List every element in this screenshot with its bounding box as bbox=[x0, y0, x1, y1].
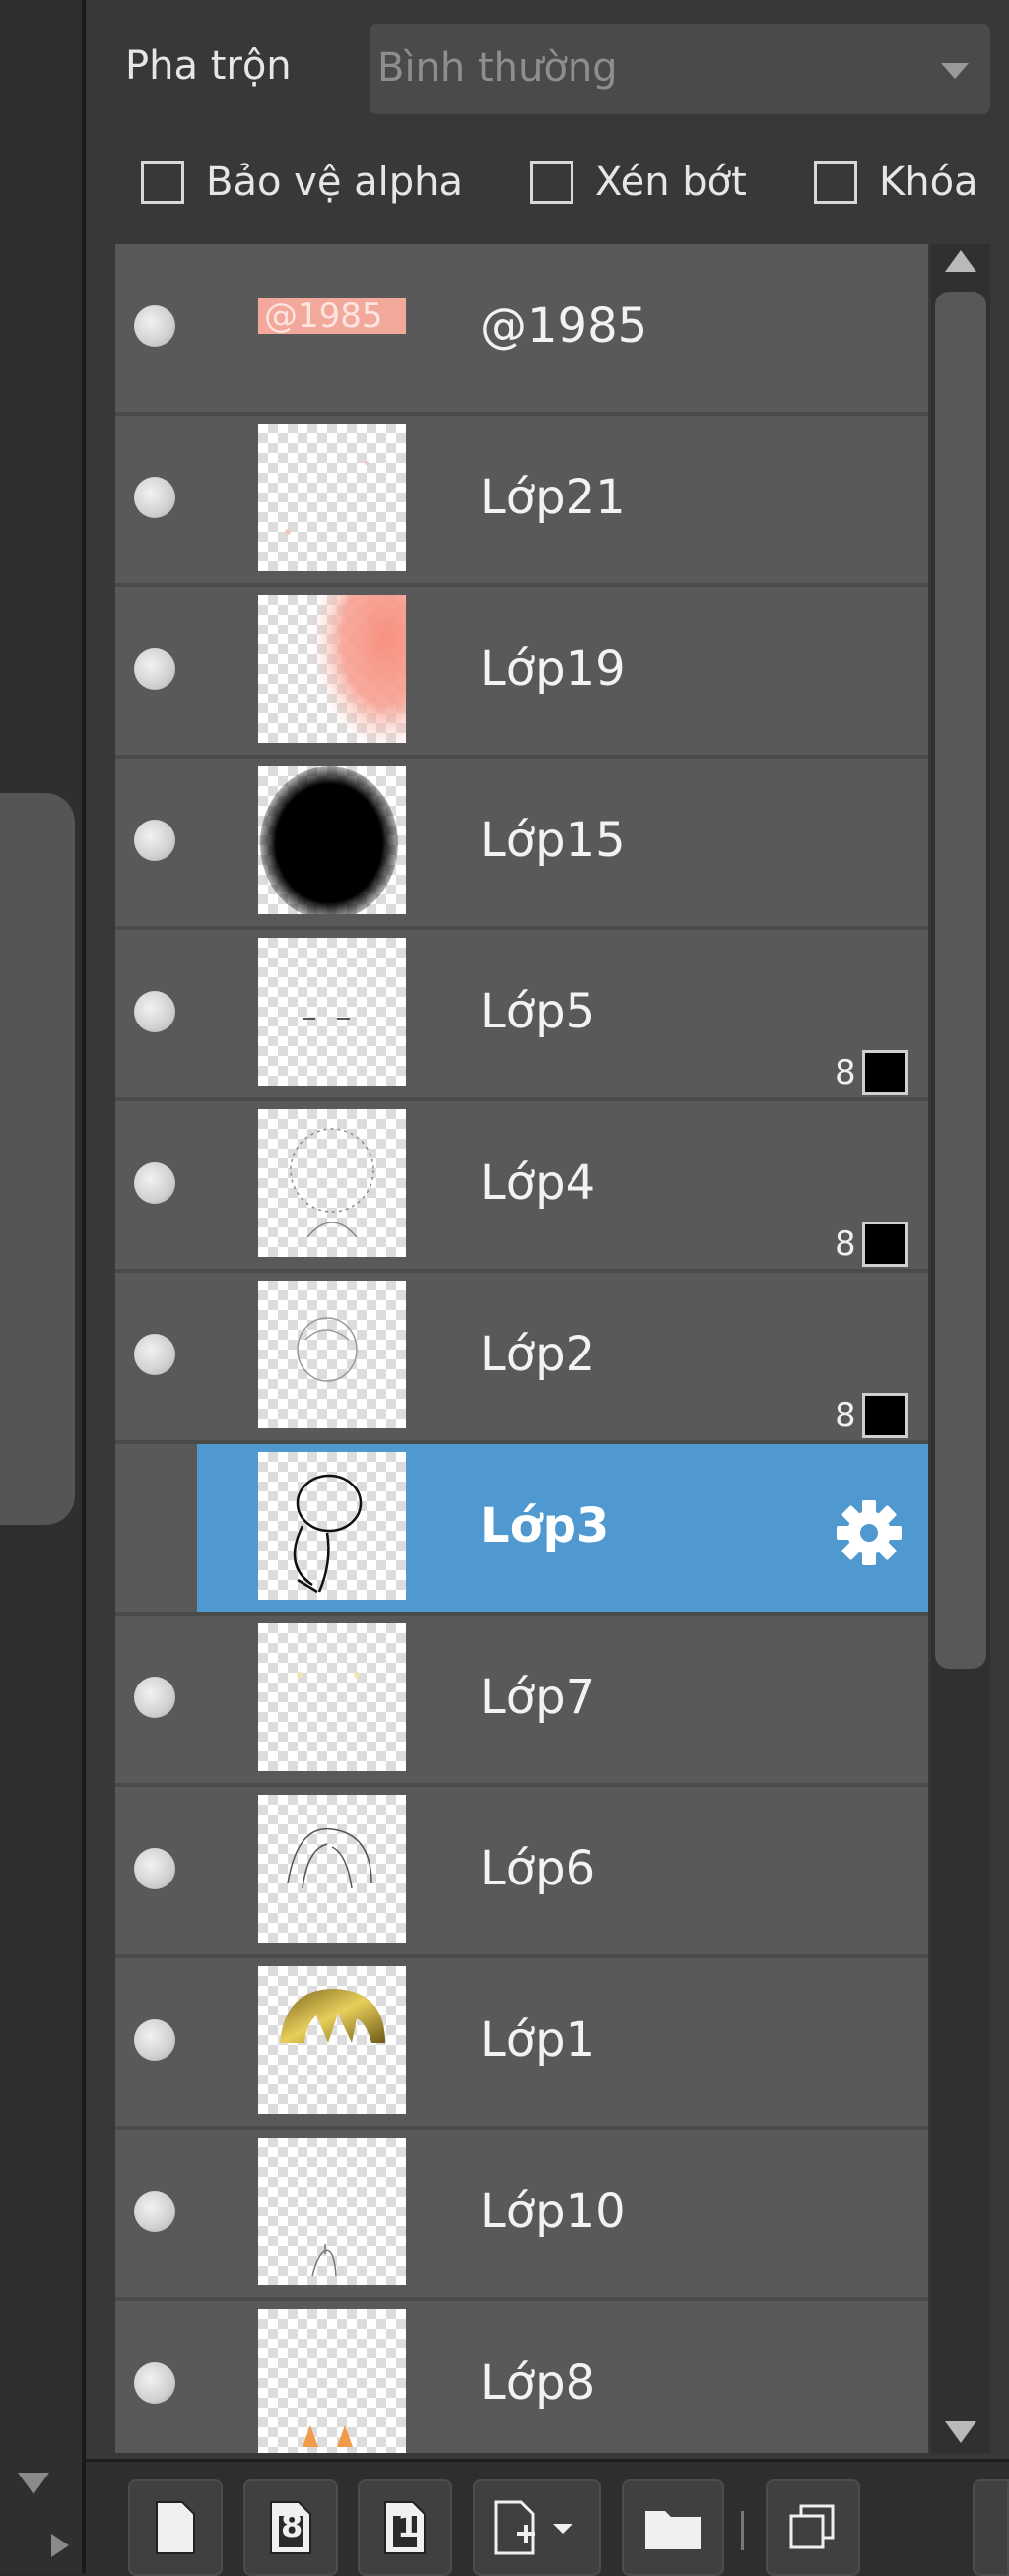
layer-thumbnail bbox=[258, 1281, 406, 1428]
protect-alpha-label: Bảo vệ alpha bbox=[206, 160, 464, 205]
bit-depth-badge: 8 bbox=[835, 1224, 856, 1264]
layer-name: Lớp15 bbox=[480, 813, 626, 868]
add-layer-menu-icon bbox=[494, 2500, 572, 2555]
bit-depth-badge: 8 bbox=[835, 1053, 856, 1092]
blend-mode-label: Pha trộn bbox=[125, 43, 292, 89]
layer-name: Lớp6 bbox=[480, 1841, 596, 1896]
lock-label: Khóa bbox=[879, 160, 978, 205]
layer-name: Lớp10 bbox=[480, 2184, 626, 2239]
layer-badge: 8 bbox=[835, 1393, 908, 1438]
left-scroll-down-icon[interactable] bbox=[18, 2473, 49, 2494]
layer-thumbnail: @1985 bbox=[258, 298, 406, 334]
eye-icon[interactable] bbox=[134, 1162, 175, 1204]
clipping-checkbox[interactable]: Xén bớt bbox=[530, 158, 747, 207]
eye-icon[interactable] bbox=[134, 2019, 175, 2061]
layer-thumbnail bbox=[258, 1623, 406, 1771]
eye-icon[interactable] bbox=[134, 477, 175, 518]
bit-depth-badge: 8 bbox=[835, 1396, 856, 1435]
layer-row-selected[interactable]: Lớp3 bbox=[115, 1444, 928, 1612]
layer-name: Lớp21 bbox=[480, 470, 626, 525]
more-button[interactable] bbox=[973, 2479, 1009, 2576]
layer-thumbnail bbox=[258, 1966, 406, 2114]
scrollbar-thumb[interactable] bbox=[935, 292, 986, 1669]
layer-thumbnail bbox=[258, 2309, 406, 2453]
layer-row[interactable]: Lớp1 bbox=[115, 1958, 928, 2126]
layer-thumbnail bbox=[258, 595, 406, 743]
layer-color-swatch[interactable] bbox=[861, 1393, 908, 1438]
eye-icon[interactable] bbox=[134, 1848, 175, 1889]
eye-icon[interactable] bbox=[134, 1677, 175, 1718]
left-scrollbar-thumb[interactable] bbox=[0, 793, 75, 1525]
blend-mode-value: Bình thường bbox=[377, 45, 618, 91]
layer-toolbar: 8 1 bbox=[86, 2459, 1009, 2576]
left-scroll-column bbox=[0, 0, 82, 2573]
layer-thumbnail bbox=[258, 766, 406, 914]
lock-checkbox[interactable]: Khóa bbox=[814, 158, 978, 207]
new-8bit-badge: 8 bbox=[281, 2507, 303, 2544]
eye-icon[interactable] bbox=[134, 2191, 175, 2232]
layer-row[interactable]: Lớp5 8 bbox=[115, 930, 928, 1097]
thumbnail-text: @1985 bbox=[264, 298, 383, 334]
layer-name: Lớp19 bbox=[480, 641, 626, 696]
clipping-label: Xén bớt bbox=[595, 160, 747, 205]
eye-icon[interactable] bbox=[134, 648, 175, 690]
add-layer-menu-button[interactable] bbox=[473, 2479, 601, 2576]
layer-thumbnail bbox=[258, 1452, 406, 1600]
layer-name: Lớp8 bbox=[480, 2355, 596, 2411]
toolbar-separator bbox=[741, 2511, 744, 2550]
layer-row[interactable]: Lớp6 bbox=[115, 1787, 928, 1954]
checkbox-box[interactable] bbox=[530, 161, 573, 204]
eye-icon[interactable] bbox=[134, 820, 175, 861]
left-scroll-right-icon[interactable] bbox=[51, 2534, 69, 2557]
layer-thumbnail bbox=[258, 938, 406, 1086]
layer-thumbnail bbox=[258, 1795, 406, 1943]
layer-list: @1985 @1985 Lớp21 Lớp19 Lớp15 Lớp5 8 Lớp… bbox=[115, 244, 928, 2453]
protect-alpha-checkbox[interactable]: Bảo vệ alpha bbox=[141, 158, 463, 207]
layer-list-scrollbar[interactable] bbox=[931, 244, 990, 2453]
folder-icon bbox=[645, 2511, 701, 2549]
layer-row[interactable]: Lớp21 bbox=[115, 416, 928, 583]
new-1bit-badge: 1 bbox=[397, 2507, 420, 2544]
new-folder-button[interactable] bbox=[622, 2479, 724, 2576]
layer-color-swatch[interactable] bbox=[861, 1222, 908, 1267]
layer-row[interactable]: Lớp2 8 bbox=[115, 1273, 928, 1440]
eye-icon[interactable] bbox=[134, 1334, 175, 1375]
new-8bit-layer-button[interactable]: 8 bbox=[243, 2479, 338, 2576]
duplicate-layer-button[interactable] bbox=[766, 2479, 860, 2576]
duplicate-layer-icon bbox=[789, 2504, 835, 2549]
new-layer-icon bbox=[156, 2501, 195, 2554]
layer-name: Lớp7 bbox=[480, 1670, 596, 1725]
scroll-up-icon[interactable] bbox=[945, 250, 976, 272]
gear-icon[interactable] bbox=[835, 1498, 904, 1567]
layer-name: Lớp5 bbox=[480, 984, 596, 1039]
chevron-down-icon bbox=[941, 63, 969, 79]
layer-row[interactable]: Lớp4 8 bbox=[115, 1101, 928, 1269]
layer-name: Lớp3 bbox=[480, 1498, 610, 1553]
layer-row[interactable]: Lớp10 bbox=[115, 2130, 928, 2297]
layer-name: Lớp4 bbox=[480, 1156, 596, 1211]
blend-mode-select[interactable]: Bình thường bbox=[370, 24, 990, 114]
checkbox-box[interactable] bbox=[814, 161, 857, 204]
layer-thumbnail bbox=[258, 1109, 406, 1257]
layer-thumbnail bbox=[258, 424, 406, 571]
new-layer-button[interactable] bbox=[128, 2479, 223, 2576]
layer-name: Lớp2 bbox=[480, 1327, 596, 1382]
eye-icon[interactable] bbox=[134, 305, 175, 347]
layer-name: @1985 bbox=[480, 298, 648, 354]
layer-color-swatch[interactable] bbox=[861, 1050, 908, 1095]
layer-row[interactable]: @1985 @1985 bbox=[115, 244, 928, 412]
layer-row[interactable]: Lớp15 bbox=[115, 759, 928, 926]
layer-row[interactable]: Lớp8 bbox=[115, 2301, 928, 2453]
layer-thumbnail bbox=[258, 2138, 406, 2285]
layer-row[interactable]: Lớp19 bbox=[115, 587, 928, 755]
layer-badge: 8 bbox=[835, 1222, 908, 1267]
layer-row[interactable]: Lớp7 bbox=[115, 1616, 928, 1783]
new-1bit-layer-button[interactable]: 1 bbox=[358, 2479, 452, 2576]
checkbox-box[interactable] bbox=[141, 161, 184, 204]
eye-icon[interactable] bbox=[134, 2362, 175, 2404]
layer-badge: 8 bbox=[835, 1050, 908, 1095]
eye-icon[interactable] bbox=[134, 991, 175, 1032]
layer-name: Lớp1 bbox=[480, 2013, 596, 2068]
scroll-down-icon[interactable] bbox=[945, 2421, 976, 2443]
